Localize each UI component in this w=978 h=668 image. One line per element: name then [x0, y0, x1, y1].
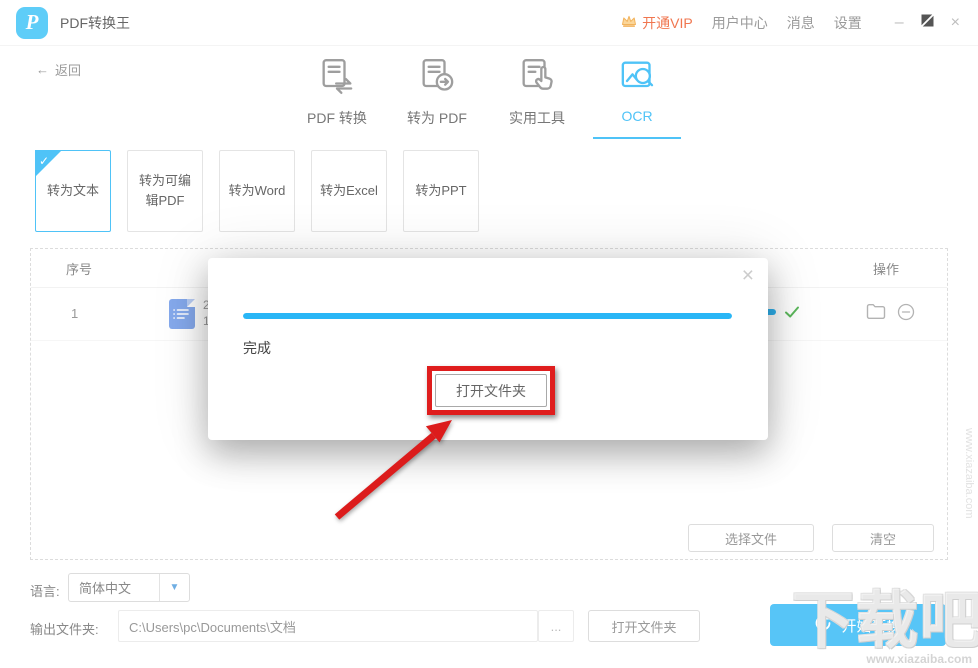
file-icon — [169, 299, 195, 329]
pdf-convert-icon — [317, 56, 357, 101]
card-label: 转为可编辑PDF — [133, 171, 197, 211]
top-menu: 开通VIP 用户中心 消息 设置 – × — [621, 13, 960, 33]
output-folder-label: 输出文件夹: — [30, 619, 99, 638]
minimize-button[interactable]: – — [895, 14, 904, 32]
tab-label: PDF 转换 — [307, 108, 367, 128]
tab-to-pdf[interactable]: 转为 PDF — [387, 52, 487, 136]
chevron-down-icon: ▼ — [159, 574, 189, 601]
maximize-button[interactable] — [921, 14, 934, 32]
card-to-excel[interactable]: 转为Excel — [311, 150, 387, 232]
row-remove-icon[interactable] — [897, 303, 915, 326]
row-index: 1 — [71, 306, 78, 321]
conversion-complete-dialog: × 完成 打开文件夹 — [208, 258, 768, 440]
crown-icon — [621, 14, 637, 31]
card-label: 转为PPT — [415, 181, 466, 201]
logo-letter: P — [26, 10, 39, 35]
select-files-button[interactable]: 选择文件 — [688, 524, 814, 552]
card-label: 转为文本 — [47, 181, 99, 201]
utility-tools-icon — [517, 56, 557, 101]
title-bar: P PDF转换王 开通VIP 用户中心 消息 设置 – × — [0, 0, 978, 46]
back-button[interactable]: ← 返回 — [36, 60, 81, 79]
close-button[interactable]: × — [951, 14, 960, 32]
window-controls: – × — [895, 14, 960, 32]
language-dropdown[interactable]: 简体中文 ▼ — [68, 573, 190, 602]
refresh-icon — [814, 614, 832, 636]
tab-label: 转为 PDF — [407, 108, 467, 128]
card-to-word[interactable]: 转为Word — [219, 150, 295, 232]
user-center-link[interactable]: 用户中心 — [712, 13, 768, 33]
dialog-progress-bar — [243, 313, 732, 319]
card-label: 转为Word — [229, 181, 286, 201]
pdf-converter-window: P PDF转换王 开通VIP 用户中心 消息 设置 – × ← — [0, 0, 978, 668]
watermark-url: www.xiazaiba.com — [866, 652, 972, 666]
tab-ocr[interactable]: OCR — [587, 52, 687, 136]
start-convert-label: 开始转换 — [841, 615, 901, 636]
open-vip-button[interactable]: 开通VIP — [621, 13, 693, 33]
browse-button[interactable]: ... — [538, 610, 574, 642]
check-icon: ✓ — [39, 152, 49, 171]
main-tabs: PDF 转换 转为 PDF 实用工具 OCR — [287, 52, 687, 136]
open-vip-label: 开通VIP — [642, 13, 693, 33]
open-folder-button[interactable]: 打开文件夹 — [588, 610, 700, 642]
to-pdf-icon — [417, 56, 457, 101]
app-logo: P — [16, 7, 48, 39]
ocr-icon — [617, 56, 657, 101]
column-header-action: 操作 — [873, 259, 899, 278]
tab-label: 实用工具 — [509, 108, 565, 128]
row-open-folder-icon[interactable] — [866, 303, 886, 325]
dialog-close-icon[interactable]: × — [742, 264, 754, 288]
tab-pdf-convert[interactable]: PDF 转换 — [287, 52, 387, 136]
language-label: 语言: — [30, 581, 60, 600]
card-to-ppt[interactable]: 转为PPT — [403, 150, 479, 232]
settings-link[interactable]: 设置 — [834, 13, 862, 33]
clear-button[interactable]: 清空 — [832, 524, 934, 552]
column-header-index: 序号 — [66, 259, 92, 278]
back-arrow-icon: ← — [36, 62, 49, 77]
tab-label: OCR — [621, 108, 652, 124]
messages-link[interactable]: 消息 — [787, 13, 815, 33]
dialog-progress-track — [243, 313, 732, 319]
card-to-text[interactable]: ✓ 转为文本 — [35, 150, 111, 232]
back-label: 返回 — [55, 60, 81, 79]
card-to-editable-pdf[interactable]: 转为可编辑PDF — [127, 150, 203, 232]
dialog-open-folder-button[interactable]: 打开文件夹 — [435, 374, 547, 407]
side-watermark: www.xiazaiba.com — [963, 428, 975, 518]
start-convert-button[interactable]: 开始转换 — [770, 604, 946, 646]
ocr-mode-cards: ✓ 转为文本 转为可编辑PDF 转为Word 转为Excel 转为PPT — [35, 150, 479, 232]
language-value: 简体中文 — [69, 574, 159, 601]
card-label: 转为Excel — [320, 181, 378, 201]
tab-utility-tools[interactable]: 实用工具 — [487, 52, 587, 136]
output-folder-input[interactable]: C:\Users\pc\Documents\文档 — [118, 610, 538, 642]
success-check-icon — [783, 303, 801, 326]
dialog-status-text: 完成 — [243, 338, 271, 358]
app-title: PDF转换王 — [60, 13, 130, 33]
